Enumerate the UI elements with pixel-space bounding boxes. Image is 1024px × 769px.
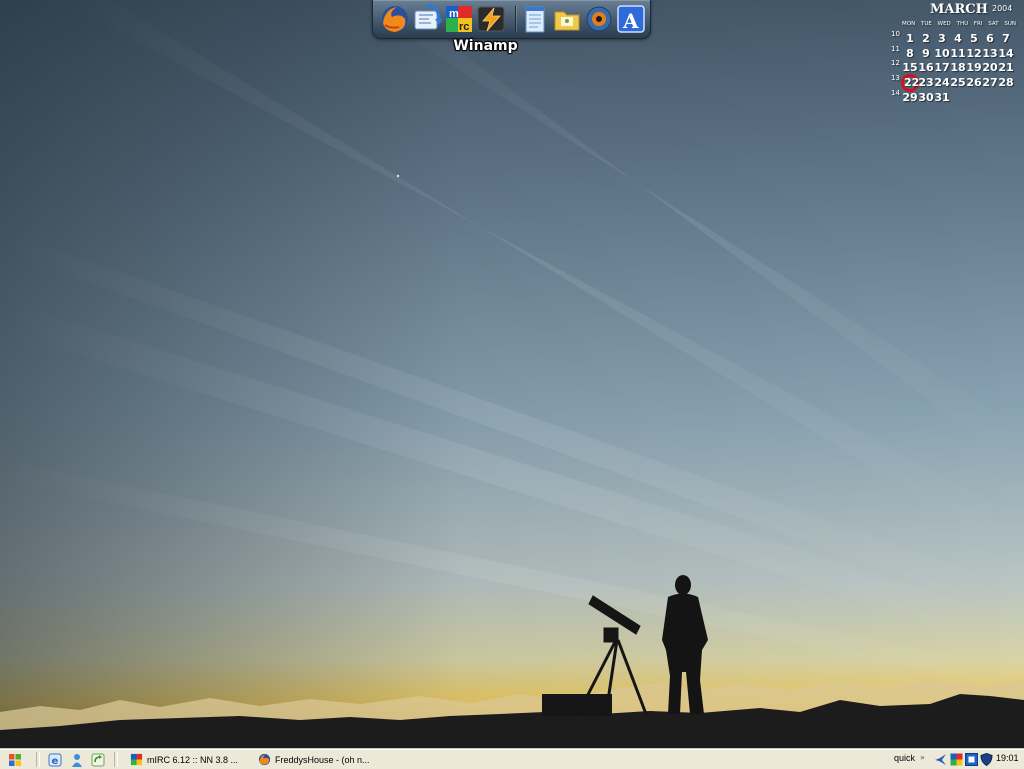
weekday-label: SUN	[1004, 21, 1016, 27]
week-number: 10	[891, 30, 900, 38]
task-button-mirc[interactable]: mIRC 6.12 :: NN 3.8 ...	[130, 751, 250, 768]
clock[interactable]: 19:01	[996, 753, 1019, 763]
calendar-day: 18	[950, 61, 966, 74]
svg-text:e: e	[52, 756, 59, 767]
mirc-tray-icon[interactable]	[950, 753, 963, 766]
windows-logo-icon	[9, 754, 21, 766]
calendar-day: 20	[982, 61, 998, 74]
calendar-day: 30	[918, 91, 934, 104]
calendar-day: 19	[966, 61, 982, 74]
calendar-day: 9	[922, 47, 930, 60]
calendar-day: 17	[934, 61, 950, 74]
weekday-label: MON	[902, 21, 916, 27]
weekday-label: SAT	[988, 21, 999, 27]
sync-icon[interactable]	[411, 3, 443, 35]
calendar-day: 16	[918, 61, 934, 74]
calendar-weekday-header: MON TUE WED THU FRI SAT SUN	[902, 21, 1016, 27]
app-tray-icon[interactable]	[965, 753, 978, 766]
calendar-month: MARCH	[930, 2, 988, 17]
mirc-icon	[130, 753, 143, 766]
messenger-icon[interactable]	[70, 753, 84, 767]
weekday-label: THU	[956, 21, 969, 27]
calendar-day: 28	[998, 76, 1014, 89]
week-number: 11	[891, 45, 900, 53]
calendar-day: 23	[918, 76, 934, 89]
weekday-label: TUE	[920, 21, 932, 27]
quick-toolbar-label[interactable]: quick	[894, 753, 915, 763]
calendar-day: 29	[902, 91, 918, 104]
calendar-day: 25	[950, 76, 966, 89]
calendar-day: 21	[998, 61, 1014, 74]
calendar-day: 14	[998, 47, 1014, 60]
calendar-day: 5	[970, 32, 978, 45]
svg-text:rc: rc	[459, 21, 469, 33]
calendar-day: 8	[906, 47, 914, 60]
weekday-label: WED	[937, 21, 951, 27]
media-player-icon[interactable]	[583, 3, 615, 35]
folder-icon[interactable]	[551, 3, 583, 35]
task-button-label: mIRC 6.12 :: NN 3.8 ...	[147, 754, 239, 765]
calendar-day: 13	[982, 47, 998, 60]
svg-text:A: A	[622, 9, 639, 33]
calendar-day: 27	[982, 76, 998, 89]
start-button[interactable]	[8, 753, 22, 767]
calendar-day-today: 22	[901, 74, 919, 92]
taskbar-separator	[36, 752, 40, 767]
calendar-day: 15	[902, 61, 918, 74]
text-editor-icon[interactable]: A	[615, 3, 647, 35]
firefox-icon[interactable]	[379, 3, 411, 35]
desktop[interactable]	[0, 0, 1024, 749]
chevron-icon[interactable]: »	[920, 753, 925, 762]
mirc-icon[interactable]: m rc	[443, 3, 475, 35]
calendar-week-row: 13 22 23 24 25 26 27 28	[886, 74, 1024, 92]
calendar-day: 6	[986, 32, 994, 45]
task-button-firefox[interactable]: FreddysHouse - (oh n...	[258, 751, 398, 768]
calendar-week-row: 10 1 2 3 4 5 6 7	[886, 30, 1024, 47]
calendar-day: 11	[950, 47, 966, 60]
calendar-year: 2004	[992, 4, 1013, 13]
taskbar-separator	[114, 752, 118, 767]
calendar-day: 2	[922, 32, 930, 45]
calendar-week-row: 11 8 9 10 11 12 13 14	[886, 45, 1024, 62]
calendar-day: 12	[966, 47, 982, 60]
app-dock: m rc A	[372, 0, 651, 39]
dock-hover-label: Winamp	[453, 38, 518, 54]
calendar-day: 10	[934, 47, 950, 60]
refresh-icon[interactable]	[91, 753, 105, 767]
week-number: 13	[891, 74, 900, 82]
firefox-icon	[258, 753, 271, 766]
svg-text:m: m	[449, 8, 459, 20]
network-icon[interactable]	[934, 753, 947, 766]
calendar-day: 7	[1002, 32, 1010, 45]
winamp-icon[interactable]	[475, 3, 507, 35]
shield-icon[interactable]	[980, 752, 993, 767]
task-button-label: FreddysHouse - (oh n...	[275, 754, 370, 765]
calendar-day: 4	[954, 32, 962, 45]
internet-explorer-icon[interactable]: e	[48, 753, 62, 767]
calendar-widget: MARCH 2004 MON TUE WED THU FRI SAT SUN 1…	[886, 0, 1024, 108]
calendar-day: 26	[966, 76, 982, 89]
weekday-label: FRI	[973, 21, 983, 27]
calendar-day: 1	[906, 32, 914, 45]
system-tray: quick » 19:01	[890, 750, 1024, 769]
calendar-day: 31	[934, 91, 950, 104]
calendar-week-row: 14 29 30 31	[886, 89, 1024, 106]
calendar-day: 3	[938, 32, 946, 45]
week-number: 14	[891, 89, 900, 97]
notepad-icon[interactable]	[519, 3, 551, 35]
taskbar: e mIRC 6.12 :: NN 3.8 ... FreddysHouse -…	[0, 749, 1024, 769]
wallpaper	[0, 0, 1024, 749]
calendar-day: 24	[934, 76, 950, 89]
dock-separator	[515, 6, 516, 32]
star	[396, 174, 400, 178]
week-number: 12	[891, 59, 900, 67]
